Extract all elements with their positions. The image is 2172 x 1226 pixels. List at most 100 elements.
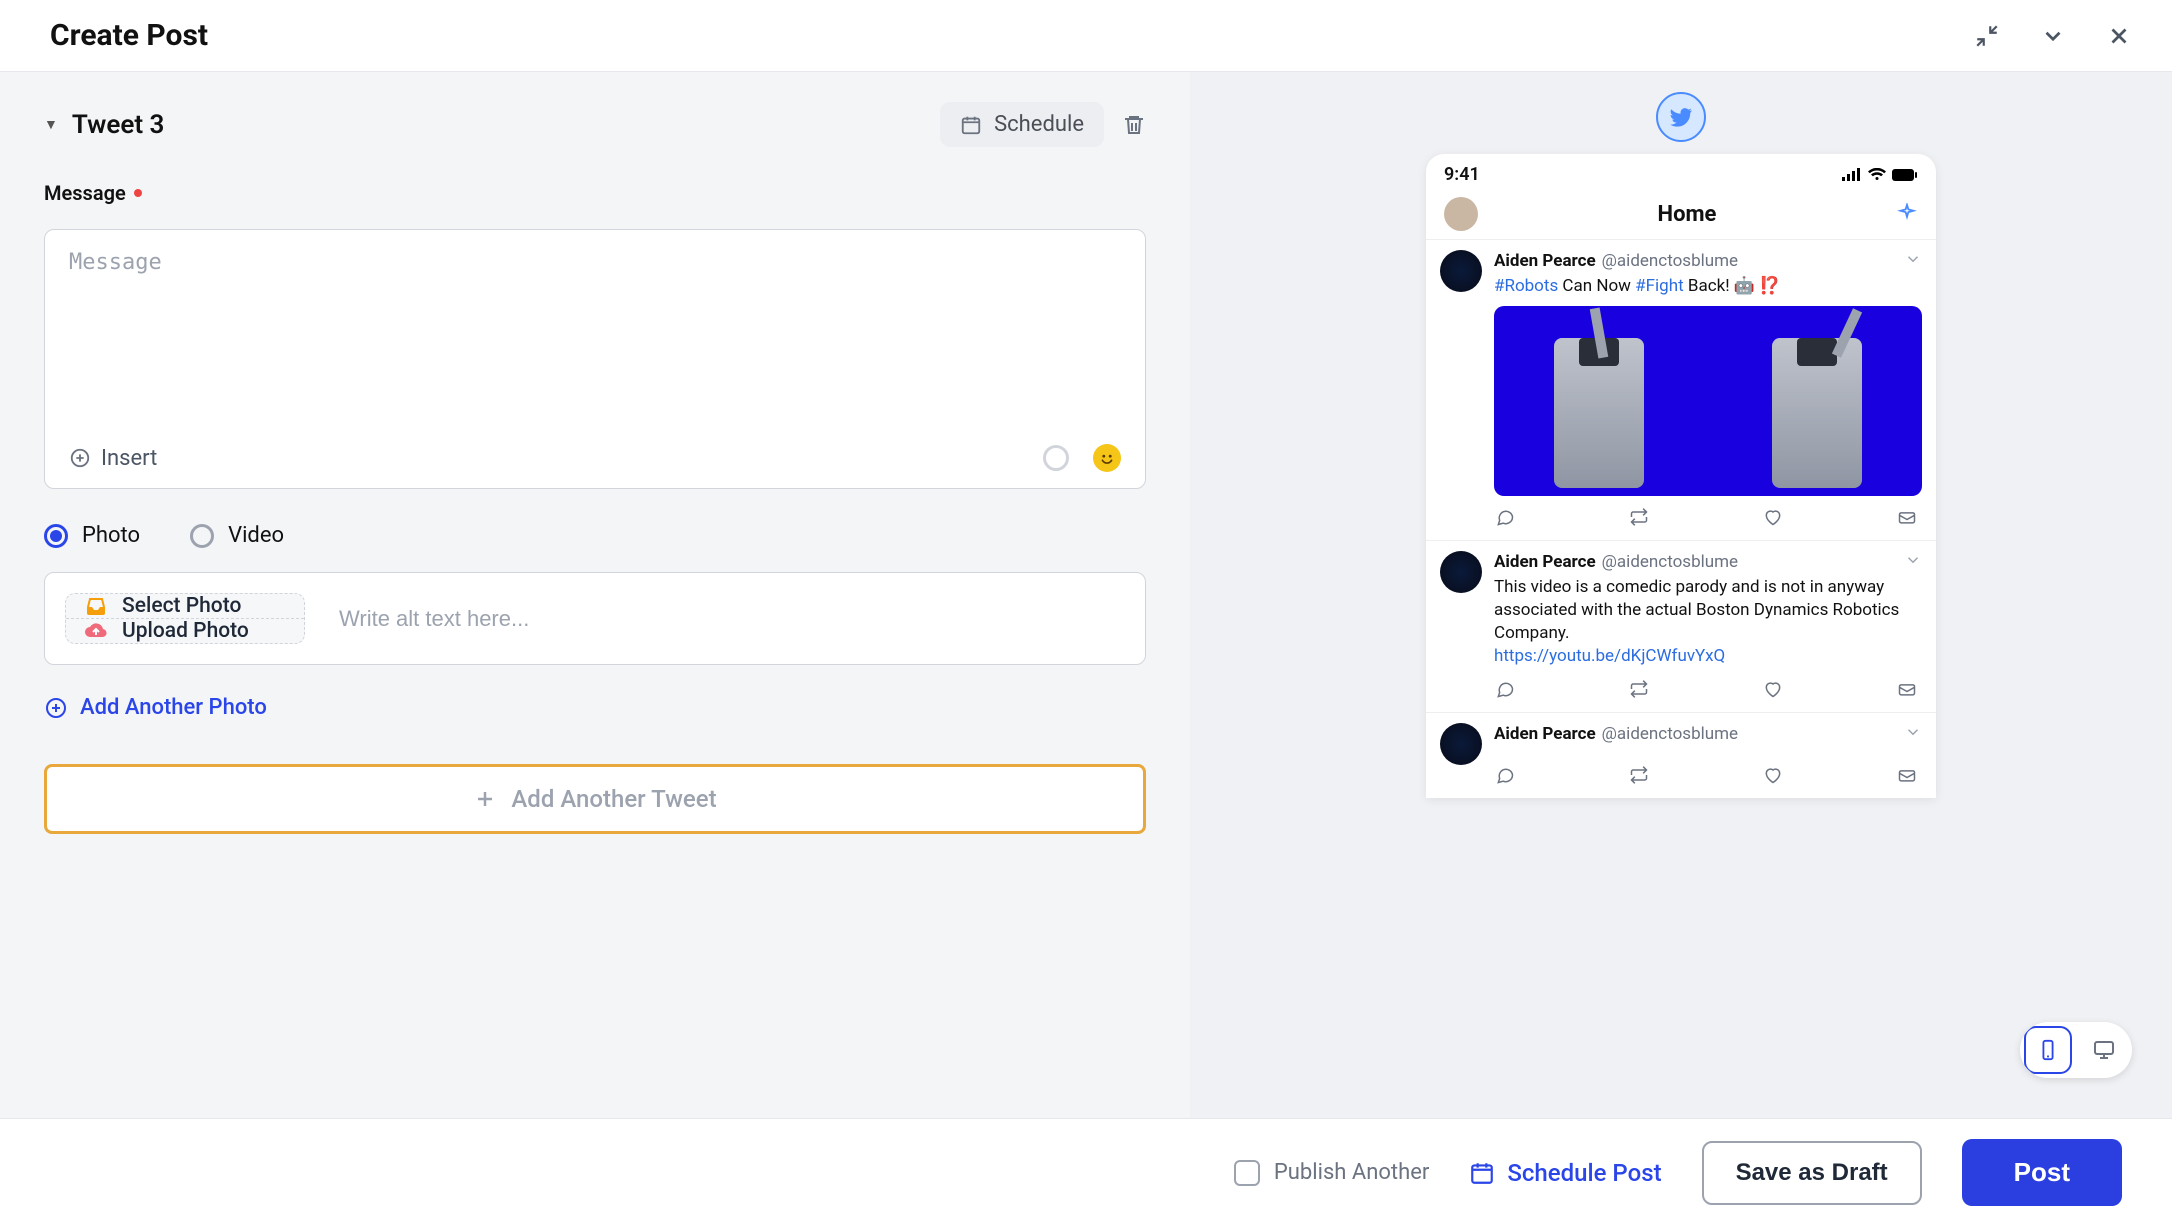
chevron-down-icon — [1904, 250, 1922, 268]
phone-status-bar: 9:41 — [1426, 154, 1936, 189]
character-count-indicator — [1043, 445, 1069, 471]
preview-panel: 9:41 Home Aiden Pearce@aide — [1190, 72, 2172, 1118]
chevron-down-icon — [1904, 551, 1922, 569]
tweet-author-handle: @aidenctosblume — [1602, 251, 1738, 271]
save-draft-button[interactable]: Save as Draft — [1702, 1141, 1922, 1205]
post-button[interactable]: Post — [1962, 1139, 2122, 1206]
header-actions — [1974, 23, 2132, 49]
add-another-tweet-button[interactable]: Add Another Tweet — [44, 764, 1146, 834]
retweet-icon — [1628, 764, 1650, 786]
chevron-down-icon — [1904, 723, 1922, 741]
chevron-down-icon[interactable] — [2040, 23, 2066, 49]
tweet-author-handle: @aidenctosblume — [1602, 552, 1738, 572]
message-box: Insert — [44, 229, 1146, 489]
photo-source-sidebar: Select Photo Upload Photo — [65, 593, 305, 644]
media-type-radio-group: Photo Video — [44, 523, 1146, 548]
create-post-dialog: Create Post ▼ Tweet 3 Schedule — [0, 0, 2172, 1226]
sparkle-icon — [1896, 203, 1918, 225]
schedule-post-button[interactable]: Schedule Post — [1469, 1159, 1661, 1187]
retweet-icon — [1628, 678, 1650, 700]
tweet-engagement-bar — [1494, 496, 1922, 536]
plus-circle-icon — [69, 447, 91, 469]
phone-feed-header: Home — [1426, 189, 1936, 240]
message-input[interactable] — [45, 230, 1145, 432]
mobile-view-button[interactable] — [2024, 1026, 2072, 1074]
cloud-upload-icon — [84, 619, 108, 643]
battery-icon — [1892, 168, 1918, 182]
status-icons — [1842, 168, 1918, 182]
desktop-icon — [2092, 1038, 2116, 1062]
close-icon[interactable] — [2106, 23, 2132, 49]
insert-label: Insert — [101, 446, 157, 471]
preview-tweet-3: Aiden Pearce @aidenctosblume — [1426, 713, 1936, 798]
message-footer: Insert — [45, 432, 1145, 488]
dialog-footer: Publish Another Schedule Post Save as Dr… — [0, 1118, 2172, 1226]
plus-circle-icon — [44, 696, 68, 720]
feed-title: Home — [1658, 202, 1717, 227]
retweet-icon — [1628, 506, 1650, 528]
reply-icon — [1494, 764, 1516, 786]
tweet-author-name: Aiden Pearce — [1494, 251, 1596, 271]
share-icon — [1896, 506, 1918, 528]
tweet-header: ▼ Tweet 3 Schedule — [44, 102, 1146, 147]
share-icon — [1896, 678, 1918, 700]
profile-avatar — [1444, 197, 1478, 231]
twitter-network-badge — [1656, 92, 1706, 142]
tweet-author-handle: @aidenctosblume — [1602, 724, 1738, 744]
schedule-post-label: Schedule Post — [1507, 1159, 1661, 1187]
wifi-icon — [1868, 168, 1886, 182]
desktop-view-button[interactable] — [2076, 1022, 2132, 1078]
tweet-title: Tweet 3 — [72, 110, 165, 140]
add-another-photo-button[interactable]: Add Another Photo — [44, 695, 1146, 720]
media-type-video[interactable]: Video — [190, 523, 284, 548]
reply-icon — [1494, 506, 1516, 528]
dialog-body: ▼ Tweet 3 Schedule Message — [0, 72, 2172, 1118]
insert-button[interactable]: Insert — [69, 446, 157, 471]
emoji-picker-button[interactable] — [1093, 444, 1121, 472]
photo-box: Select Photo Upload Photo — [44, 572, 1146, 665]
tweet-engagement-bar — [1494, 668, 1922, 708]
mobile-icon — [2037, 1039, 2059, 1061]
publish-another-checkbox[interactable]: Publish Another — [1234, 1160, 1429, 1186]
smiley-icon — [1096, 447, 1118, 469]
add-tweet-label: Add Another Tweet — [511, 785, 716, 813]
required-indicator — [134, 189, 142, 197]
status-time: 9:41 — [1444, 164, 1480, 185]
schedule-label: Schedule — [994, 112, 1084, 137]
collapse-toggle-icon[interactable]: ▼ — [44, 116, 58, 133]
preview-tweet-1: Aiden Pearce@aidenctosblume #Robots Can … — [1426, 240, 1936, 540]
twitter-icon — [1668, 104, 1694, 130]
plus-icon — [473, 787, 497, 811]
tweet-link: https://youtu.be/dKjCWfuvYxQ — [1494, 645, 1922, 668]
tweet-avatar — [1440, 723, 1482, 765]
add-photo-label: Add Another Photo — [80, 695, 267, 720]
tweet-author-name: Aiden Pearce — [1494, 552, 1596, 572]
tweet-media-image — [1494, 306, 1922, 496]
tweet-text: This video is a comedic parody and is no… — [1494, 576, 1922, 645]
trash-icon[interactable] — [1122, 113, 1146, 137]
upload-photo-label: Upload Photo — [122, 619, 249, 643]
inbox-icon — [84, 594, 108, 618]
select-photo-button[interactable]: Select Photo — [66, 594, 304, 618]
dialog-title: Create Post — [50, 18, 208, 53]
upload-photo-button[interactable]: Upload Photo — [66, 618, 304, 643]
tweet-avatar — [1440, 551, 1482, 593]
alt-text-input[interactable] — [329, 593, 1125, 644]
select-photo-label: Select Photo — [122, 594, 241, 618]
reply-icon — [1494, 678, 1516, 700]
editor-panel: ▼ Tweet 3 Schedule Message — [0, 72, 1190, 1118]
like-icon — [1762, 764, 1784, 786]
minimize-icon[interactable] — [1974, 23, 2000, 49]
preview-view-toggle — [2020, 1022, 2132, 1078]
checkbox-icon — [1234, 1160, 1260, 1186]
schedule-button[interactable]: Schedule — [940, 102, 1104, 147]
message-label: Message — [44, 181, 1146, 205]
tweet-avatar — [1440, 250, 1482, 292]
dialog-header: Create Post — [0, 0, 2172, 72]
calendar-icon — [960, 114, 982, 136]
media-type-photo[interactable]: Photo — [44, 523, 140, 548]
tweet-author-name: Aiden Pearce — [1494, 724, 1596, 744]
signal-icon — [1842, 168, 1862, 182]
share-icon — [1896, 764, 1918, 786]
photo-radio-label: Photo — [82, 523, 140, 548]
